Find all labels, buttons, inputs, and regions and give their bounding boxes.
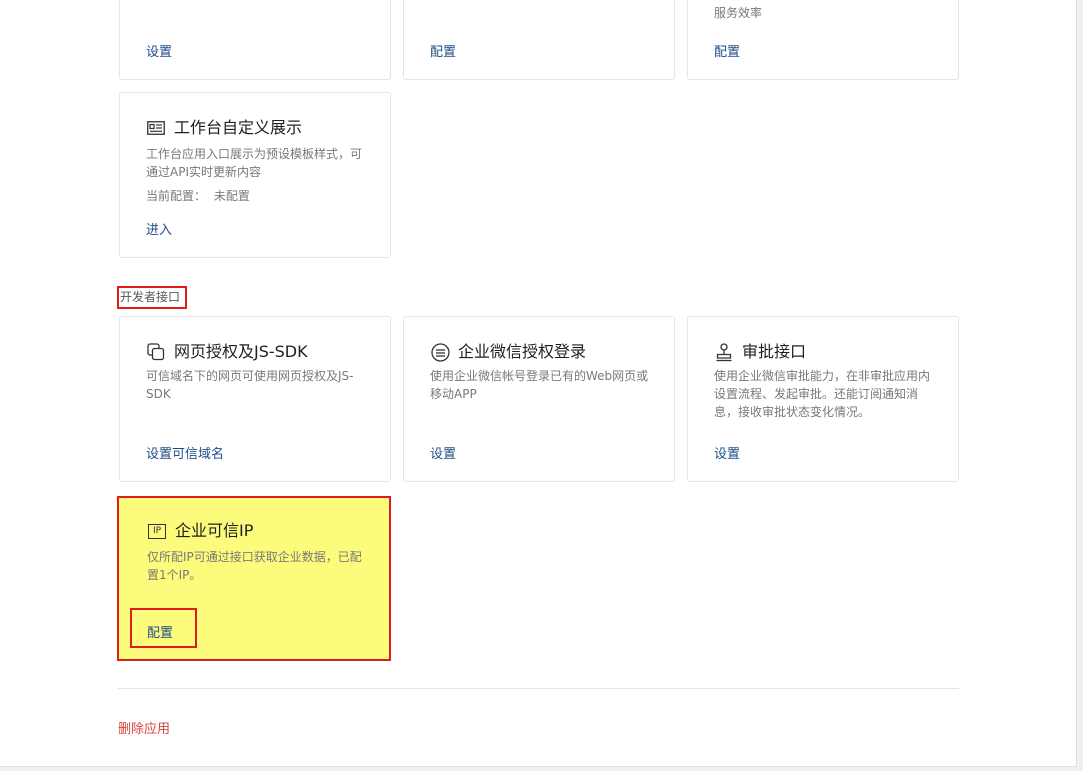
template-icon xyxy=(146,118,166,138)
workbench-enter-link[interactable]: 进入 xyxy=(146,219,172,238)
top-card-2: 配置 xyxy=(403,0,675,80)
config-value: 未配置 xyxy=(213,189,250,203)
pages-icon xyxy=(146,342,166,362)
trusted-ip-title-text: 企业可信IP xyxy=(175,521,254,540)
trusted-ip-desc: 仅所配IP可通过接口获取企业数据，已配置1个IP。 xyxy=(147,550,362,582)
workbench-display-card: 工作台自定义展示 工作台应用入口展示为预设模板样式，可通过API实时更新内容 当… xyxy=(119,92,391,258)
web-auth-jssdk-card: 网页授权及JS-SDK 可信域名下的网页可使用网页授权及JS-SDK 设置可信域… xyxy=(119,316,391,482)
top-card-3-desc: 服务效率 xyxy=(714,6,763,20)
approval-api-card: 审批接口 使用企业微信审批能力，在非审批应用内设置流程、发起审批。还能订阅通知消… xyxy=(687,316,959,482)
menu-circle-icon xyxy=(430,342,450,362)
trusted-ip-title: IP 企业可信IP xyxy=(147,520,253,542)
footer-divider xyxy=(118,688,959,689)
web-auth-jssdk-title: 网页授权及JS-SDK xyxy=(146,341,308,363)
web-auth-jssdk-title-text: 网页授权及JS-SDK xyxy=(174,342,308,361)
top-card-1-link[interactable]: 设置 xyxy=(146,41,172,60)
delete-app-button[interactable]: 删除应用 xyxy=(118,718,170,737)
approval-api-link[interactable]: 设置 xyxy=(714,443,740,462)
wecom-auth-login-card: 企业微信授权登录 使用企业微信帐号登录已有的Web网页或移动APP 设置 xyxy=(403,316,675,482)
trusted-ip-config-link[interactable]: 配置 xyxy=(147,622,173,641)
top-card-3-link[interactable]: 配置 xyxy=(714,41,740,60)
set-trusted-domain-link[interactable]: 设置可信域名 xyxy=(146,443,224,462)
top-card-3: 服务效率 配置 xyxy=(687,0,959,80)
workbench-display-desc: 工作台应用入口展示为预设模板样式，可通过API实时更新内容 xyxy=(146,147,363,179)
approval-api-desc: 使用企业微信审批能力，在非审批应用内设置流程、发起审批。还能订阅通知消息，接收审… xyxy=(714,369,931,419)
ip-icon-box: IP xyxy=(148,523,166,539)
stamp-icon xyxy=(714,342,734,362)
web-auth-jssdk-desc: 可信域名下的网页可使用网页授权及JS-SDK xyxy=(146,369,354,401)
app-detail-panel: 设置 配置 服务效率 配置 工作台自定义展示 工作台应用入口展示为预设模板样式，… xyxy=(0,0,1077,767)
workbench-display-title: 工作台自定义展示 xyxy=(146,117,302,139)
approval-api-title: 审批接口 xyxy=(714,341,806,363)
workbench-display-title-text: 工作台自定义展示 xyxy=(174,118,303,137)
wecom-auth-login-desc: 使用企业微信帐号登录已有的Web网页或移动APP xyxy=(430,369,649,401)
top-card-2-link[interactable]: 配置 xyxy=(430,41,456,60)
trusted-ip-card: IP 企业可信IP 仅所配IP可通过接口获取企业数据，已配置1个IP。 配置 xyxy=(117,496,391,661)
config-label: 当前配置： xyxy=(146,189,207,203)
workbench-display-config: 当前配置： 未配置 xyxy=(146,187,250,204)
wecom-auth-login-title-text: 企业微信授权登录 xyxy=(458,342,587,361)
wecom-auth-login-title: 企业微信授权登录 xyxy=(430,341,586,363)
ip-icon: IP xyxy=(147,521,167,541)
top-card-1: 设置 xyxy=(119,0,391,80)
approval-api-title-text: 审批接口 xyxy=(742,342,807,361)
section-label-developer-api: 开发者接口 xyxy=(117,286,187,309)
wecom-auth-login-link[interactable]: 设置 xyxy=(430,443,456,462)
